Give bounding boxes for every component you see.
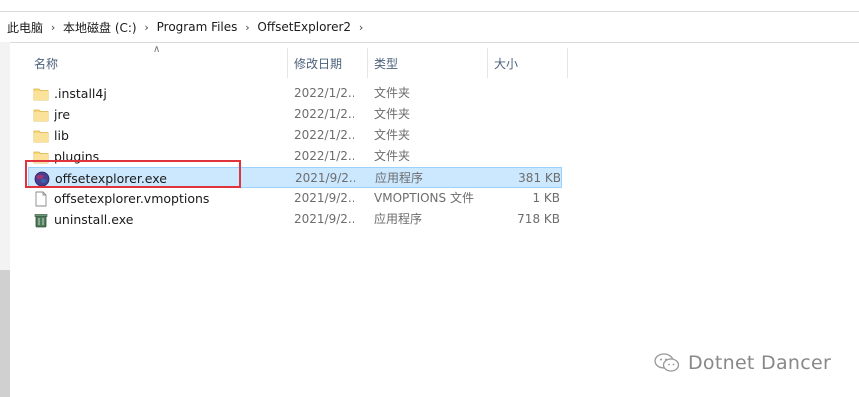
column-header-name[interactable]: 名称 bbox=[34, 48, 284, 78]
file-row[interactable]: plugins 2022/1/2... 文件夹 bbox=[28, 146, 562, 167]
file-size: 718 KB bbox=[517, 212, 560, 226]
uninstall-icon bbox=[33, 212, 49, 228]
navigation-pane-scrollbar[interactable] bbox=[0, 270, 10, 397]
file-name: lib bbox=[54, 128, 69, 143]
file-size: 381 KB bbox=[518, 171, 561, 185]
file-name: uninstall.exe bbox=[54, 212, 134, 227]
column-divider[interactable] bbox=[567, 48, 568, 78]
file-name: jre bbox=[54, 107, 71, 122]
file-size bbox=[490, 104, 560, 125]
file-date: 2022/1/2... bbox=[294, 107, 354, 121]
chevron-right-icon[interactable]: › bbox=[354, 21, 368, 34]
wechat-icon bbox=[654, 352, 680, 374]
chevron-right-icon[interactable]: › bbox=[140, 21, 154, 34]
file-size bbox=[490, 83, 560, 104]
file-date: 2022/1/2... bbox=[294, 128, 354, 142]
file-row-selected[interactable]: offsetexplorer.exe 2021/9/2... 应用程序 381 … bbox=[28, 167, 562, 188]
file-row[interactable]: offsetexplorer.vmoptions 2021/9/2... VMO… bbox=[28, 188, 562, 209]
column-header-size[interactable]: 大小 bbox=[494, 48, 566, 78]
file-type: 文件夹 bbox=[374, 128, 411, 142]
file-type: 文件夹 bbox=[374, 107, 411, 121]
file-date: 2022/1/2... bbox=[294, 86, 354, 100]
file-size bbox=[490, 125, 560, 146]
breadcrumb-this-pc[interactable]: 此电脑 bbox=[4, 19, 46, 36]
file-row[interactable]: lib 2022/1/2... 文件夹 bbox=[28, 125, 562, 146]
chevron-right-icon[interactable]: › bbox=[46, 21, 60, 34]
column-header-type[interactable]: 类型 bbox=[374, 48, 486, 78]
file-icon bbox=[33, 191, 49, 207]
file-size bbox=[490, 146, 560, 167]
file-name: plugins bbox=[54, 149, 100, 164]
breadcrumb-program-files[interactable]: Program Files bbox=[154, 20, 241, 34]
column-divider[interactable] bbox=[367, 48, 368, 78]
navigation-pane bbox=[0, 42, 10, 397]
watermark: Dotnet Dancer bbox=[654, 349, 831, 377]
address-bar[interactable]: 此电脑 › 本地磁盘 (C:) › Program Files › Offset… bbox=[0, 11, 859, 43]
file-date: 2021/9/2... bbox=[294, 212, 354, 226]
file-row[interactable]: jre 2022/1/2... 文件夹 bbox=[28, 104, 562, 125]
file-name: .install4j bbox=[54, 86, 107, 101]
file-type: 应用程序 bbox=[374, 212, 423, 226]
file-type: 文件夹 bbox=[374, 149, 411, 163]
folder-icon bbox=[33, 128, 49, 144]
breadcrumb-offsetexplorer2[interactable]: OffsetExplorer2 bbox=[254, 20, 354, 34]
app-icon bbox=[34, 171, 50, 187]
file-date: 2021/9/2... bbox=[294, 191, 354, 205]
chevron-right-icon[interactable]: › bbox=[240, 21, 254, 34]
file-type: 文件夹 bbox=[374, 86, 411, 100]
column-divider[interactable] bbox=[487, 48, 488, 78]
breadcrumb: 此电脑 › 本地磁盘 (C:) › Program Files › Offset… bbox=[4, 12, 368, 42]
file-name: offsetexplorer.vmoptions bbox=[54, 191, 210, 206]
column-divider[interactable] bbox=[287, 48, 288, 78]
file-row[interactable]: uninstall.exe 2021/9/2... 应用程序 718 KB bbox=[28, 209, 562, 230]
watermark-text: Dotnet Dancer bbox=[688, 352, 832, 374]
breadcrumb-local-disk[interactable]: 本地磁盘 (C:) bbox=[60, 19, 140, 36]
column-header-date[interactable]: 修改日期 bbox=[294, 48, 366, 78]
file-type: 应用程序 bbox=[375, 171, 424, 185]
file-date: 2021/9/2... bbox=[295, 171, 355, 185]
folder-icon bbox=[33, 86, 49, 102]
file-row[interactable]: .install4j 2022/1/2... 文件夹 bbox=[28, 83, 562, 104]
folder-icon bbox=[33, 107, 49, 123]
file-type: VMOPTIONS 文件 bbox=[374, 191, 474, 205]
file-size: 1 KB bbox=[532, 191, 560, 205]
folder-icon bbox=[33, 149, 49, 165]
file-name: offsetexplorer.exe bbox=[55, 171, 167, 186]
file-date: 2022/1/2... bbox=[294, 149, 354, 163]
